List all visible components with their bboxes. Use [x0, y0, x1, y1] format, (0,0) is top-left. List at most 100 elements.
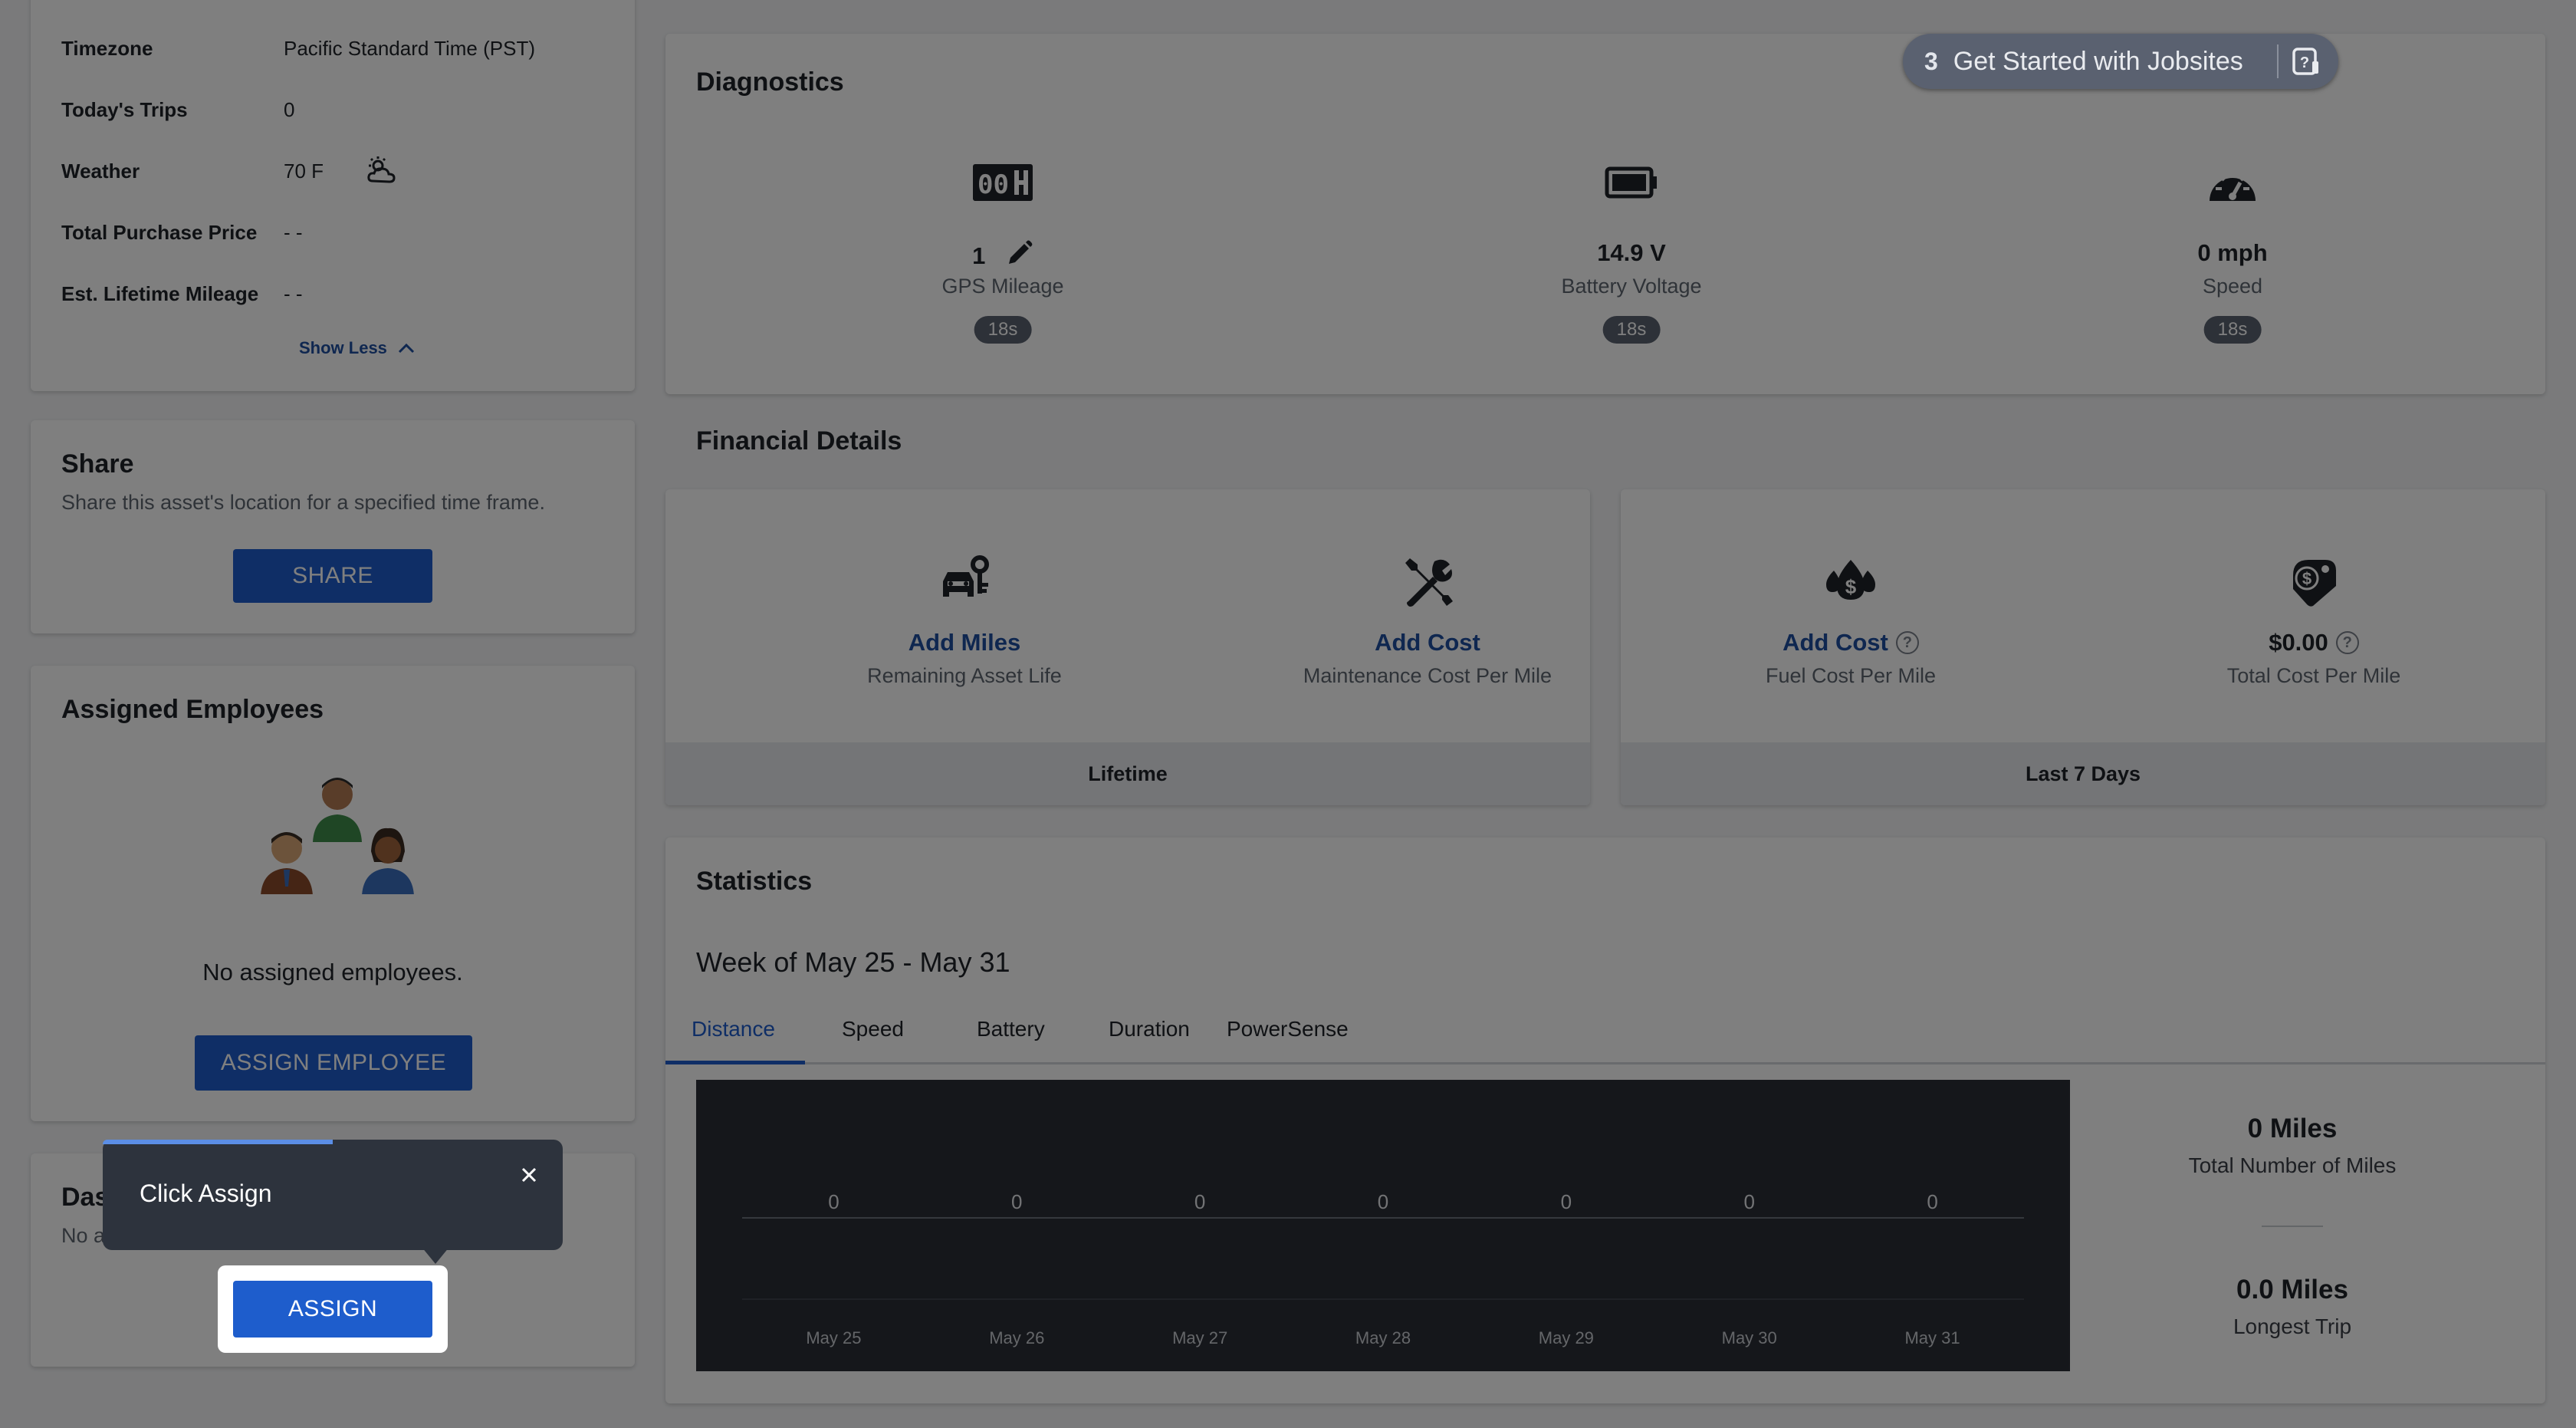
svg-text:00: 00: [978, 169, 1009, 200]
pencil-icon[interactable]: [1006, 239, 1033, 267]
statistics-title: Statistics: [696, 867, 813, 896]
add-maintenance-cost-link[interactable]: Add Cost: [1259, 629, 1596, 656]
show-less-toggle[interactable]: Show Less: [299, 338, 415, 358]
metric-age-badge: 18s: [2203, 316, 2262, 344]
assigned-employees-card: Assigned Employees No assigned employees…: [31, 666, 635, 1121]
get-started-jobsites-button[interactable]: 3 Get Started with Jobsites ?: [1903, 34, 2338, 89]
chart-data-label: 0: [1011, 1190, 1022, 1213]
tour-progress-bar: [103, 1140, 333, 1144]
show-less-label: Show Less: [299, 338, 387, 357]
car-key-icon: [943, 555, 989, 597]
chart-x-tick-label: May 30: [1722, 1328, 1777, 1347]
chart-data-label: 0: [1743, 1190, 1754, 1213]
metric-label: GPS Mileage: [941, 275, 1064, 298]
info-value: - -: [284, 221, 303, 244]
share-description: Share this asset's location for a specif…: [61, 491, 545, 514]
employees-group-icon: [261, 778, 414, 894]
statistics-tabs: Distance Speed Battery Duration PowerSen…: [665, 1006, 2545, 1064]
tab-speed[interactable]: Speed: [842, 1017, 904, 1041]
chart-x-tick-label: May 29: [1539, 1328, 1594, 1347]
checklist-help-icon[interactable]: ?: [2291, 46, 2321, 77]
fin-label: Fuel Cost Per Mile: [1765, 664, 1937, 687]
battery-icon: [1605, 166, 1657, 199]
chart-x-tick-label: May 25: [806, 1328, 861, 1347]
chart-x-tick-label: May 27: [1172, 1328, 1227, 1347]
info-value: 70 F: [284, 160, 324, 183]
stat-divider: [2262, 1226, 2323, 1227]
tab-distance[interactable]: Distance: [692, 1017, 775, 1041]
tab-battery[interactable]: Battery: [977, 1017, 1045, 1041]
metric-age-badge: 18s: [974, 316, 1032, 344]
metric-value: 0 mph: [2197, 239, 2268, 266]
info-value: Pacific Standard Time (PST): [284, 37, 535, 60]
share-card: Share Share this asset's location for a …: [31, 420, 635, 633]
longest-trip-value: 0.0 Miles: [2236, 1275, 2348, 1305]
info-label: Weather: [61, 160, 140, 183]
assign-employee-button[interactable]: ASSIGN EMPLOYEE: [195, 1035, 472, 1091]
pill-divider: [2277, 44, 2279, 78]
no-employees-text: No assigned employees.: [202, 959, 463, 985]
help-icon[interactable]: ?: [2335, 631, 2359, 654]
svg-text:$: $: [1845, 575, 1857, 598]
info-label: Timezone: [61, 37, 153, 60]
tab-powersense[interactable]: PowerSense: [1227, 1017, 1349, 1041]
metric-age-badge: 18s: [1602, 316, 1661, 344]
fuel-drop-dollar-icon: $: [1826, 560, 1875, 600]
assigned-employees-title: Assigned Employees: [61, 695, 324, 724]
longest-trip-label: Longest Trip: [2233, 1314, 2352, 1338]
info-value: 0: [284, 98, 295, 121]
total-miles-label: Total Number of Miles: [2188, 1153, 2397, 1177]
share-button[interactable]: SHARE: [233, 549, 432, 603]
chevron-up-icon: [398, 343, 414, 354]
svg-text:?: ?: [2300, 54, 2309, 71]
total-miles-value: 0 Miles: [2247, 1114, 2338, 1143]
financial-lifetime-card: Add Miles Remaining Asset Life Add Cost …: [665, 489, 1590, 805]
fin-label: Maintenance Cost Per Mile: [1303, 664, 1552, 687]
chart-data-label: 0: [1194, 1190, 1205, 1213]
total-cost-value: $0.00: [2269, 629, 2328, 656]
tools-icon: [1405, 558, 1453, 607]
tooltip-arrow: [422, 1247, 449, 1264]
assign-button[interactable]: ASSIGN: [233, 1281, 432, 1338]
tour-spotlight: ASSIGN: [218, 1265, 448, 1353]
fin-value: $0.00 ?: [2145, 629, 2482, 656]
info-value: - -: [284, 282, 303, 305]
chart-data-label: 0: [1561, 1190, 1572, 1213]
metric-label: Speed: [2202, 275, 2263, 298]
asset-details-page: Timezone Pacific Standard Time (PST) Tod…: [0, 0, 2576, 1428]
odometer-icon: 00: [973, 164, 1033, 201]
help-icon[interactable]: ?: [1895, 631, 1919, 654]
chart-x-tick-label: May 26: [989, 1328, 1044, 1347]
chart-data-label: 0: [1927, 1190, 1937, 1213]
last7-footer: Last 7 Days: [1621, 742, 2545, 805]
speedometer-icon: [2210, 172, 2256, 201]
add-fuel-cost-link[interactable]: Add Cost: [1783, 629, 1888, 656]
add-miles-link[interactable]: Add Miles: [796, 629, 1133, 656]
financial-title: Financial Details: [696, 426, 902, 456]
tab-duration[interactable]: Duration: [1109, 1017, 1190, 1041]
week-range: Week of May 25 - May 31: [696, 946, 1010, 978]
partly-cloudy-icon: [367, 156, 396, 183]
gps-mileage-value: 1: [972, 242, 986, 269]
active-tab-indicator: [665, 1061, 805, 1064]
diagnostics-title: Diagnostics: [696, 67, 844, 97]
metric-value: 1: [865, 239, 1141, 270]
price-tag-dollar-icon: $: [2293, 560, 2336, 607]
close-icon[interactable]: [515, 1161, 543, 1189]
vehicle-info-card: Timezone Pacific Standard Time (PST) Tod…: [31, 0, 635, 391]
dashcam-description: No a: [61, 1224, 106, 1247]
fin-label: Remaining Asset Life: [867, 664, 1062, 687]
chart-x-tick-label: May 31: [1904, 1328, 1960, 1347]
tour-tooltip: Click Assign: [103, 1140, 563, 1264]
info-label: Est. Lifetime Mileage: [61, 282, 259, 305]
tour-tooltip-text: Click Assign: [140, 1180, 272, 1207]
share-title: Share: [61, 449, 134, 479]
jobsites-label: Get Started with Jobsites: [1953, 46, 2243, 76]
info-label: Today's Trips: [61, 98, 188, 121]
fin-label: Total Cost Per Mile: [2226, 664, 2401, 687]
jobsites-count-badge: 3: [1924, 47, 1938, 75]
distance-chart-svg: 0 May 25 0 May 26 0 May 27 0 May 28 0 May 29 0 May …: [742, 1190, 2024, 1347]
financial-last7-card: $ Add Cost ? Fuel Cost Per Mile $ $0.00 …: [1621, 489, 2545, 805]
chart-data-label: 0: [828, 1190, 839, 1213]
metric-label: Battery Voltage: [1561, 275, 1702, 298]
